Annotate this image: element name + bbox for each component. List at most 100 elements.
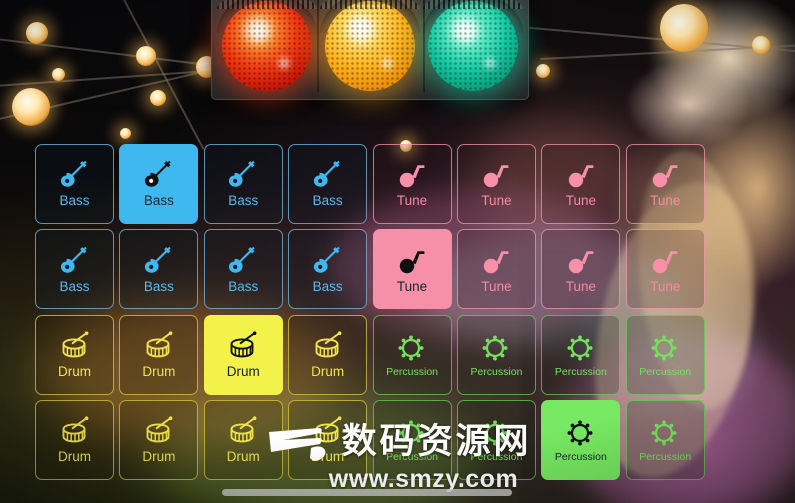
instrument-tile-percussion-r3c8[interactable]: Percussion <box>625 314 705 395</box>
snare-drum-icon <box>311 331 345 361</box>
instrument-tile-label: Bass <box>143 278 174 294</box>
instrument-tile-bass-r2c2[interactable]: Bass <box>119 229 199 310</box>
instrument-row: Bass Bass Bass Bass Tune Tune Tune Tune <box>35 144 707 224</box>
instrument-tile-tune-r2c7[interactable]: Tune <box>541 229 621 310</box>
instrument-tile-label: Bass <box>228 193 259 209</box>
instrument-tile-bass-r1c1[interactable]: Bass <box>35 144 114 224</box>
instrument-tile-tune-r1c5[interactable]: Tune <box>372 144 452 224</box>
snare-drum-icon <box>58 331 92 361</box>
instrument-tile-label: Bass <box>143 193 174 209</box>
snare-drum-icon <box>311 416 345 446</box>
music-note-icon <box>479 246 513 276</box>
snare-drum-icon <box>142 416 176 446</box>
guitar-icon <box>142 246 176 276</box>
instrument-tile-percussion-r4c6[interactable]: Percussion <box>456 400 536 481</box>
instrument-row: Drum Drum Drum Drum Percussion Percussion Perc… <box>35 314 707 395</box>
instrument-tile-label: Percussion <box>639 365 692 378</box>
instrument-tile-label: Percussion <box>470 365 523 378</box>
instrument-tile-label: Percussion <box>386 450 439 463</box>
instrument-tile-bass-r2c4[interactable]: Bass <box>288 229 368 310</box>
instrument-tile-label: Drum <box>311 364 345 380</box>
music-note-icon <box>648 160 682 190</box>
tambourine-icon <box>564 333 598 363</box>
instrument-tile-drum-r3c4[interactable]: Drum <box>288 314 368 395</box>
instrument-tile-label: Drum <box>58 364 91 380</box>
string-light-bulb <box>26 22 48 44</box>
tambourine-icon <box>395 418 429 448</box>
snare-drum-icon <box>226 416 260 446</box>
instrument-tile-percussion-r3c6[interactable]: Percussion <box>456 314 536 395</box>
tambourine-icon <box>395 333 429 363</box>
music-note-icon <box>395 246 429 276</box>
snare-drum-icon <box>142 331 176 361</box>
instrument-tile-tune-r2c8[interactable]: Tune <box>625 229 705 310</box>
horizontal-scrollbar[interactable] <box>222 489 512 496</box>
instrument-tile-percussion-r3c7[interactable]: Percussion <box>541 314 621 395</box>
music-note-icon <box>564 246 598 276</box>
instrument-tile-drum-r3c2[interactable]: Drum <box>119 314 199 395</box>
amber-lamp-cell <box>320 0 420 96</box>
instrument-tile-label: Tune <box>565 278 596 294</box>
instrument-tile-label: Tune <box>396 278 428 294</box>
instrument-tile-label: Drum <box>226 364 260 380</box>
instrument-tile-bass-r1c3[interactable]: Bass <box>203 144 283 224</box>
guitar-icon <box>58 246 92 276</box>
string-light-bulb <box>120 128 131 139</box>
string-light-bulb <box>12 88 50 126</box>
lamp-divider <box>317 0 319 92</box>
tambourine-icon <box>564 418 598 448</box>
instrument-tile-tune-r2c5[interactable]: Tune <box>372 229 452 310</box>
instrument-tile-bass-r1c2[interactable]: Bass <box>119 144 199 224</box>
instrument-tile-label: Percussion <box>386 365 439 378</box>
guitar-icon <box>58 160 92 190</box>
instrument-tile-drum-r3c3[interactable]: Drum <box>203 314 283 395</box>
string-light-bulb <box>660 4 708 52</box>
instrument-tile-drum-r3c1[interactable]: Drum <box>35 314 114 395</box>
instrument-grid: Bass Bass Bass Bass Tune Tune Tune Tune Bass Bass… <box>35 144 707 486</box>
instrument-tile-label: Drum <box>58 449 91 465</box>
red-lamp <box>217 0 317 91</box>
guitar-icon <box>226 246 260 276</box>
instrument-tile-label: Percussion <box>639 450 692 463</box>
instrument-tile-drum-r4c2[interactable]: Drum <box>119 400 199 481</box>
instrument-tile-bass-r2c1[interactable]: Bass <box>35 229 114 310</box>
tambourine-icon <box>648 333 682 363</box>
instrument-tile-label: Bass <box>59 193 90 209</box>
instrument-tile-label: Bass <box>312 193 343 209</box>
music-note-icon <box>564 160 598 190</box>
instrument-tile-tune-r2c6[interactable]: Tune <box>456 229 536 310</box>
app-screen: Bass Bass Bass Bass Tune Tune Tune Tune Bass Bass… <box>0 0 795 503</box>
string-light-bulb <box>536 64 550 78</box>
instrument-tile-percussion-r3c5[interactable]: Percussion <box>372 314 452 395</box>
instrument-tile-label: Bass <box>59 278 90 294</box>
green-lamp-cell <box>423 0 523 96</box>
instrument-tile-bass-r1c4[interactable]: Bass <box>288 144 368 224</box>
instrument-tile-label: Bass <box>312 278 343 294</box>
instrument-tile-percussion-r4c7[interactable]: Percussion <box>541 400 621 481</box>
instrument-tile-tune-r1c6[interactable]: Tune <box>456 144 536 224</box>
string-light-bulb <box>150 90 166 106</box>
instrument-tile-label: Drum <box>226 449 260 465</box>
instrument-tile-drum-r4c4[interactable]: Drum <box>288 400 368 481</box>
instrument-tile-label: Drum <box>142 449 176 465</box>
string-light-bulb <box>52 68 65 81</box>
instrument-tile-bass-r2c3[interactable]: Bass <box>203 229 283 310</box>
instrument-tile-label: Tune <box>650 278 681 294</box>
music-note-icon <box>479 160 513 190</box>
music-note-icon <box>395 160 429 190</box>
guitar-icon <box>311 246 345 276</box>
guitar-icon <box>142 160 176 190</box>
instrument-tile-drum-r4c1[interactable]: Drum <box>35 400 114 481</box>
instrument-tile-percussion-r4c5[interactable]: Percussion <box>372 400 452 481</box>
green-lamp <box>423 0 523 91</box>
instrument-tile-tune-r1c7[interactable]: Tune <box>541 144 621 224</box>
instrument-tile-label: Tune <box>481 278 512 294</box>
tambourine-icon <box>479 418 513 448</box>
instrument-tile-percussion-r4c8[interactable]: Percussion <box>625 400 705 481</box>
instrument-tile-label: Percussion <box>554 365 607 378</box>
instrument-tile-label: Drum <box>142 364 176 380</box>
instrument-tile-label: Percussion <box>554 450 607 463</box>
amber-lamp <box>320 0 420 91</box>
instrument-tile-tune-r1c8[interactable]: Tune <box>625 144 705 224</box>
instrument-tile-drum-r4c3[interactable]: Drum <box>203 400 283 481</box>
